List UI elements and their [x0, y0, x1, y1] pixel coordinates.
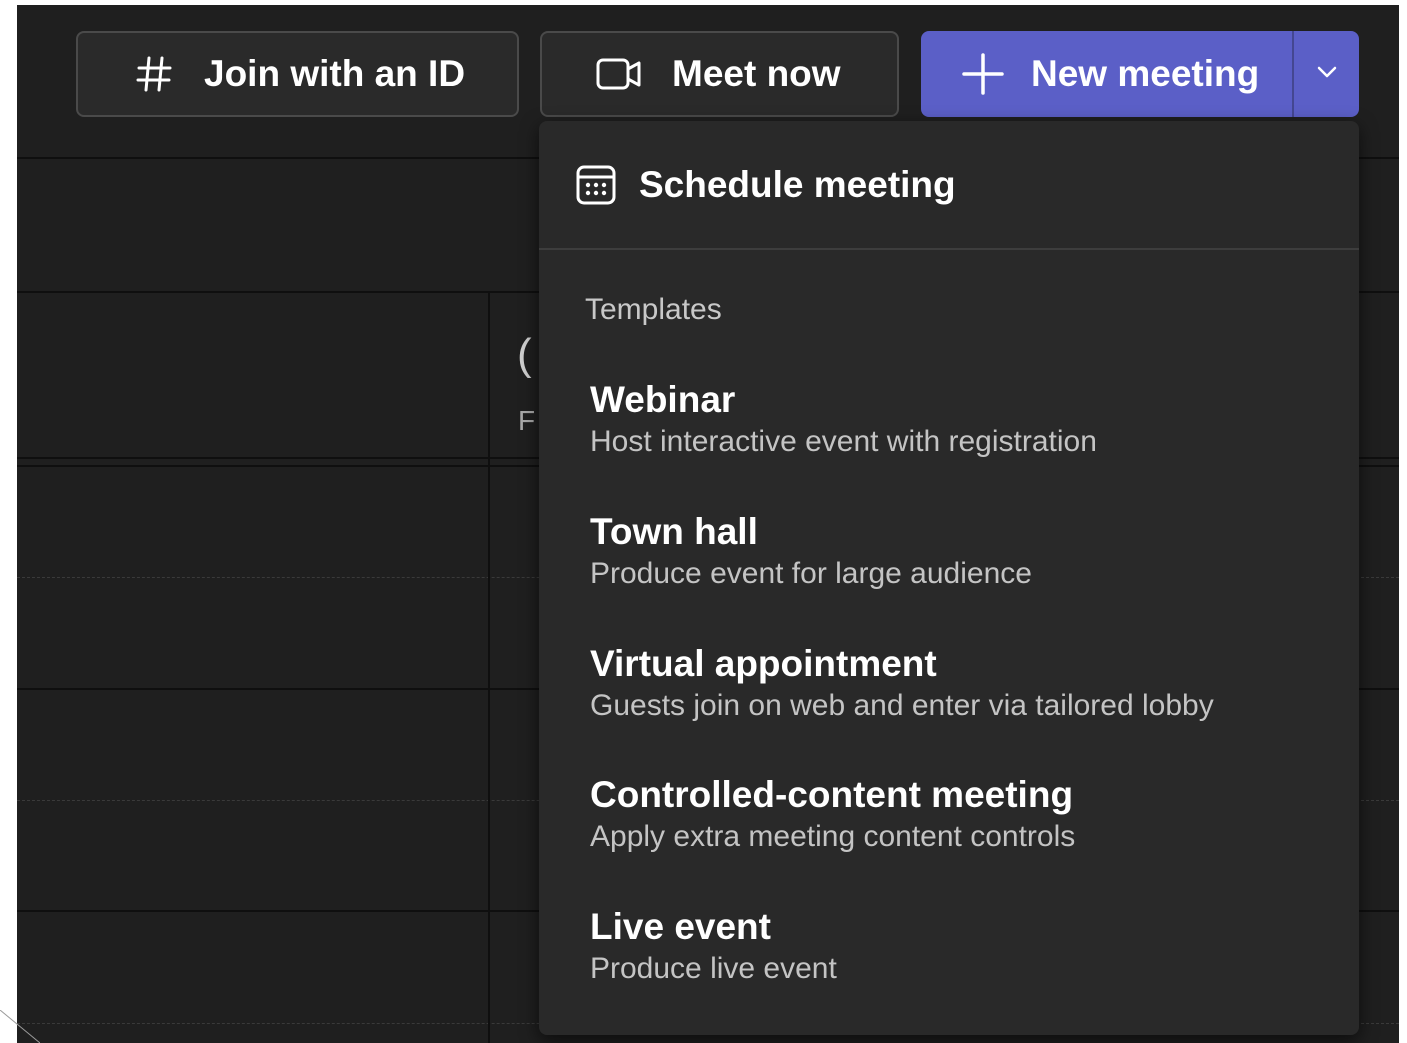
template-description: Host interactive event with registration: [590, 425, 1097, 458]
schedule-meeting-item[interactable]: Schedule meeting: [539, 121, 1359, 249]
calendar-icon: [575, 164, 617, 206]
new-meeting-menu: Schedule meeting Templates Webinar Host …: [539, 121, 1359, 1035]
template-virtual-appointment[interactable]: Virtual appointment Guests join on web a…: [539, 628, 1359, 754]
menu-divider: [539, 248, 1359, 250]
day-column-divider: [488, 293, 490, 1043]
meet-now-button[interactable]: Meet now: [540, 31, 899, 117]
template-webinar[interactable]: Webinar Host interactive event with regi…: [539, 364, 1359, 490]
new-meeting-button[interactable]: New meeting: [921, 31, 1292, 117]
meet-now-label: Meet now: [672, 53, 841, 94]
template-title: Town hall: [590, 511, 758, 552]
corner-decoration: [0, 1010, 40, 1043]
template-title: Live event: [590, 906, 771, 947]
template-town-hall[interactable]: Town hall Produce event for large audien…: [539, 496, 1359, 622]
video-camera-icon: [596, 57, 642, 91]
template-description: Guests join on web and enter via tailore…: [590, 689, 1214, 722]
template-title: Virtual appointment: [590, 643, 937, 684]
calendar-view: ( F Join with an ID Meet now New meeting…: [17, 5, 1399, 1043]
template-description: Apply extra meeting content controls: [590, 820, 1076, 853]
template-title: Controlled-content meeting: [590, 774, 1074, 815]
new-meeting-label: New meeting: [1031, 53, 1260, 94]
new-meeting-split-button: New meeting: [921, 31, 1359, 117]
hash-icon: [134, 54, 174, 94]
template-description: Produce live event: [590, 952, 837, 985]
plus-icon: [961, 52, 1005, 96]
template-title: Webinar: [590, 379, 736, 420]
new-meeting-dropdown-button[interactable]: [1294, 31, 1359, 117]
template-controlled-content-meeting[interactable]: Controlled-content meeting Apply extra m…: [539, 759, 1359, 885]
day-name: F: [518, 405, 536, 436]
templates-heading: Templates: [585, 293, 722, 326]
join-with-id-button[interactable]: Join with an ID: [76, 31, 519, 117]
template-description: Produce event for large audience: [590, 557, 1032, 590]
chevron-down-icon: [1316, 65, 1338, 84]
template-live-event[interactable]: Live event Produce live event: [539, 891, 1359, 1017]
join-with-id-label: Join with an ID: [204, 53, 466, 94]
schedule-meeting-label: Schedule meeting: [639, 164, 956, 205]
day-number: (: [517, 330, 532, 379]
